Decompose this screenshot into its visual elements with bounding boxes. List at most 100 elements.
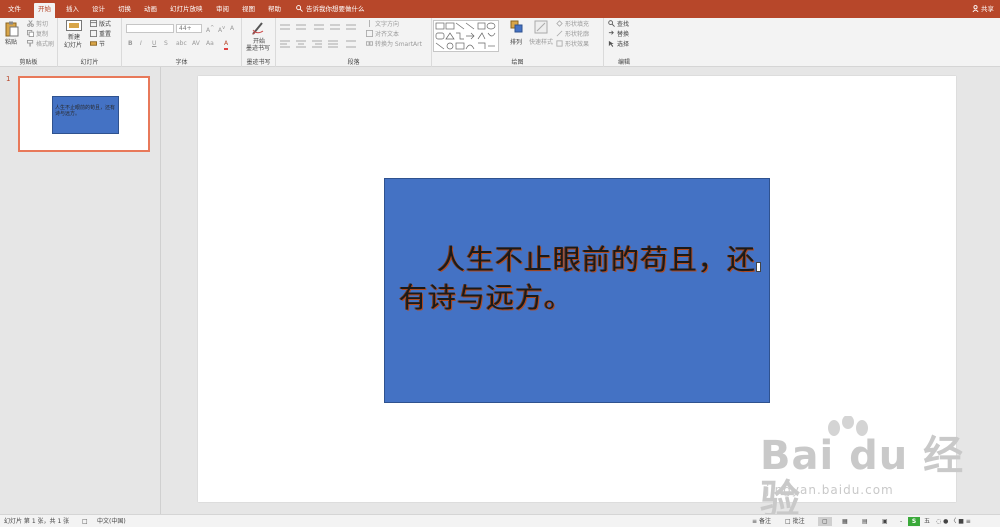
tab-transitions[interactable]: 切换 bbox=[114, 3, 135, 18]
cut-label: 剪切 bbox=[36, 21, 49, 28]
shape-outline-button[interactable]: 形状轮廓 bbox=[556, 30, 589, 39]
notes-button[interactable]: ≡ 备注 bbox=[752, 517, 771, 526]
slide-text[interactable]: 人生不止眼前的苟且，还有诗与远方。 bbox=[399, 241, 759, 317]
group-label-ink: 墨迹书写 bbox=[246, 59, 271, 66]
align-text-label: 对齐文本 bbox=[375, 31, 400, 38]
font-name-box[interactable] bbox=[126, 24, 174, 33]
scissors-icon bbox=[27, 20, 34, 27]
tab-review[interactable]: 审阅 bbox=[212, 3, 233, 18]
group-label-clipboard: 剪贴板 bbox=[19, 59, 38, 66]
copy-icon bbox=[27, 30, 34, 37]
paste-label: 粘贴 bbox=[5, 39, 18, 46]
format-painter-button[interactable]: 格式刷 bbox=[27, 40, 54, 49]
bold-button[interactable]: B bbox=[128, 39, 133, 48]
slide-sorter-button[interactable]: ▦ bbox=[842, 517, 848, 526]
copy-label: 复制 bbox=[36, 31, 49, 38]
find-icon bbox=[608, 20, 615, 27]
replace-button[interactable]: 替换 bbox=[608, 30, 629, 39]
tab-slideshow[interactable]: 幻灯片放映 bbox=[166, 3, 207, 18]
shape-fill-label: 形状填充 bbox=[565, 21, 590, 28]
comments-label: 批注 bbox=[792, 518, 805, 525]
replace-icon bbox=[608, 30, 614, 35]
grow-font-button[interactable]: A^ bbox=[206, 24, 214, 35]
bullets-button[interactable] bbox=[280, 23, 360, 34]
shapes-gallery[interactable] bbox=[433, 20, 499, 52]
change-case-button[interactable]: Aa bbox=[206, 39, 214, 48]
font-size-box[interactable]: 44+ bbox=[176, 24, 202, 33]
cut-button[interactable]: 剪切 bbox=[27, 20, 48, 29]
spellcheck-icon[interactable]: □ bbox=[82, 517, 88, 526]
underline-button[interactable]: U bbox=[152, 39, 156, 48]
ime-toolbar-icons[interactable]: ◌ ● 〈 ■ ≡ bbox=[936, 517, 971, 526]
ime-mode-indicator[interactable]: 五 bbox=[924, 517, 930, 526]
align-text-button[interactable]: 对齐文本 bbox=[366, 30, 399, 39]
quick-styles-button[interactable] bbox=[534, 20, 548, 37]
normal-view-button[interactable]: ▢ bbox=[818, 517, 832, 526]
shape-effects-label: 形状效果 bbox=[565, 41, 590, 48]
shadow-button[interactable]: abc bbox=[176, 39, 187, 48]
baidu-watermark: Bai du 经验 jingyan.baidu.com bbox=[760, 416, 990, 522]
start-inking-label-2: 墨迹书写 bbox=[246, 45, 271, 52]
language-indicator[interactable]: 中文(中国) bbox=[97, 517, 126, 526]
shapes-icon bbox=[435, 22, 496, 50]
reset-button[interactable]: 重置 bbox=[90, 30, 111, 39]
section-icon bbox=[90, 41, 97, 46]
search-icon bbox=[296, 5, 303, 12]
status-bar: 幻灯片 第 1 张，共 1 张 □ 中文(中国) ≡ 备注 □ 批注 ▢ ▦ ▤… bbox=[0, 514, 1000, 527]
find-label: 查找 bbox=[617, 21, 630, 28]
alignment-buttons[interactable] bbox=[280, 40, 360, 51]
group-ink: 开始 墨迹书写 墨迹书写 bbox=[242, 18, 276, 67]
tab-view[interactable]: 视图 bbox=[238, 3, 259, 18]
bullets-icon bbox=[280, 24, 356, 30]
text-direction-icon bbox=[369, 20, 370, 27]
slide-thumbnail-1[interactable]: 人生不止眼前的苟且，还有诗与远方。 bbox=[18, 76, 150, 152]
share-button[interactable]: 共享 bbox=[972, 3, 994, 15]
layout-label: 版式 bbox=[99, 21, 112, 28]
ime-s-icon[interactable]: S bbox=[908, 517, 920, 526]
tab-file[interactable]: 文件 bbox=[4, 3, 25, 18]
smartart-button[interactable]: 转换为 SmartArt bbox=[366, 40, 422, 49]
select-label: 选择 bbox=[617, 41, 630, 48]
smartart-label: 转换为 SmartArt bbox=[375, 41, 422, 48]
italic-button[interactable]: I bbox=[140, 39, 142, 48]
tell-me-search[interactable]: 告诉我你想要做什么 bbox=[296, 3, 365, 15]
text-cursor-marker bbox=[756, 262, 761, 272]
thumbnail-number: 1 bbox=[6, 75, 11, 83]
find-button[interactable]: 查找 bbox=[608, 20, 629, 29]
text-direction-label: 文字方向 bbox=[375, 21, 400, 28]
tab-home[interactable]: 开始 bbox=[34, 3, 55, 18]
group-font: 44+ A^ Av A B I U S abc AV Aa A 字体 bbox=[122, 18, 242, 67]
font-color-button[interactable]: A bbox=[224, 39, 229, 50]
text-direction-button[interactable]: 文字方向 bbox=[366, 20, 399, 29]
shape-fill-button[interactable]: 形状填充 bbox=[556, 20, 589, 29]
group-slides: 新建 幻灯片 版式 重置 节 幻灯片 bbox=[58, 18, 122, 67]
replace-label: 替换 bbox=[617, 31, 630, 38]
tab-animations[interactable]: 动画 bbox=[140, 3, 161, 18]
shrink-font-button[interactable]: Av bbox=[218, 24, 225, 35]
tab-insert[interactable]: 插入 bbox=[62, 3, 83, 18]
group-label-editing: 编辑 bbox=[617, 59, 630, 66]
slide-count: 幻灯片 第 1 张，共 1 张 bbox=[4, 518, 70, 525]
strikethrough-button[interactable]: S bbox=[164, 39, 168, 48]
slideshow-button[interactable]: ▣ bbox=[882, 517, 888, 526]
arrange-button[interactable] bbox=[510, 20, 524, 37]
section-button[interactable]: 节 bbox=[90, 40, 105, 49]
quick-styles-icon bbox=[534, 20, 548, 34]
select-button[interactable]: 选择 bbox=[608, 40, 629, 49]
notes-label: 备注 bbox=[758, 518, 771, 525]
align-text-icon bbox=[366, 30, 373, 37]
group-label-font: 字体 bbox=[175, 59, 188, 66]
slide-textbox[interactable]: 人生不止眼前的苟且，还有诗与远方。 bbox=[384, 178, 770, 403]
zoom-out-button[interactable]: - bbox=[900, 517, 902, 526]
shape-effects-button[interactable]: 形状效果 bbox=[556, 40, 589, 49]
spacing-button[interactable]: AV bbox=[192, 39, 200, 48]
copy-button[interactable]: 复制 bbox=[27, 30, 48, 39]
thumbnail-text: 人生不止眼前的苟且，还有诗与远方。 bbox=[55, 105, 116, 117]
reading-view-button[interactable]: ▤ bbox=[862, 517, 868, 526]
format-painter-label: 格式刷 bbox=[36, 41, 55, 48]
comments-button[interactable]: □ 批注 bbox=[785, 517, 805, 526]
clear-format-icon[interactable]: A bbox=[230, 24, 234, 33]
tab-design[interactable]: 设计 bbox=[88, 3, 109, 18]
layout-button[interactable]: 版式 bbox=[90, 20, 111, 29]
tab-help[interactable]: 帮助 bbox=[264, 3, 285, 18]
